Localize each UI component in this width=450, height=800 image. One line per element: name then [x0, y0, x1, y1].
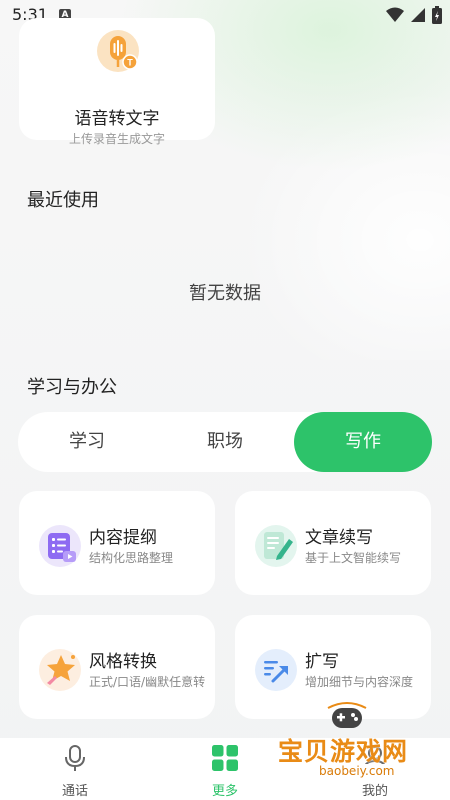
watermark-text: 宝贝游戏网 — [278, 737, 409, 766]
battery-icon — [432, 6, 442, 24]
voice-to-text-icon: T — [97, 30, 139, 72]
nav-label-more: 更多 — [211, 784, 238, 799]
tab-workplace[interactable]: 职场 — [156, 412, 294, 472]
nav-label-call: 通话 — [61, 784, 88, 799]
continue-writing-icon — [255, 525, 297, 567]
feature-subtitle: 结构化思路整理 — [89, 551, 174, 565]
tab-writing[interactable]: 写作 — [294, 412, 432, 472]
feature-title: 扩写 — [305, 652, 339, 672]
feature-subtitle: 增加细节与内容深度 — [305, 675, 414, 689]
signal-icon — [411, 8, 425, 22]
voice-to-text-title: 语音转文字 — [74, 109, 160, 129]
voice-to-text-subtitle: 上传录音生成文字 — [68, 132, 165, 146]
feature-card-style-convert[interactable]: 风格转换 正式/口语/幽默任意转 — [19, 615, 215, 719]
expand-writing-icon — [255, 649, 297, 691]
tab-study[interactable]: 学习 — [18, 412, 156, 472]
category-tabs: 学习 职场 写作 — [18, 412, 432, 472]
gamepad-icon — [327, 702, 367, 728]
feature-subtitle: 正式/口语/幽默任意转 — [89, 675, 206, 689]
study-office-title: 学习与办公 — [27, 377, 117, 398]
watermark-url: baobeiy.com — [316, 764, 398, 778]
watermark: 宝贝游戏网 baobeiy.com — [278, 700, 428, 800]
empty-state-text: 暂无数据 — [189, 283, 261, 304]
feature-card-continue-writing[interactable]: 文章续写 基于上文智能续写 — [235, 491, 431, 595]
wifi-icon — [386, 7, 404, 22]
recent-section-title: 最近使用 — [27, 190, 99, 211]
microphone-icon — [65, 745, 85, 771]
feature-title: 风格转换 — [89, 652, 157, 672]
svg-text:T: T — [127, 58, 133, 68]
nav-item-call[interactable]: 通话 — [15, 738, 135, 800]
voice-to-text-card[interactable]: T 语音转文字 上传录音生成文字 — [19, 18, 215, 146]
feature-subtitle: 基于上文智能续写 — [305, 551, 402, 565]
outline-icon — [39, 525, 81, 567]
status-icons — [386, 6, 442, 24]
feature-title: 内容提纲 — [89, 528, 157, 548]
nav-item-more[interactable]: 更多 — [165, 738, 285, 800]
feature-card-outline[interactable]: 内容提纲 结构化思路整理 — [19, 491, 215, 595]
grid-icon — [212, 745, 238, 771]
feature-title: 文章续写 — [305, 528, 373, 548]
style-convert-icon — [39, 649, 81, 691]
